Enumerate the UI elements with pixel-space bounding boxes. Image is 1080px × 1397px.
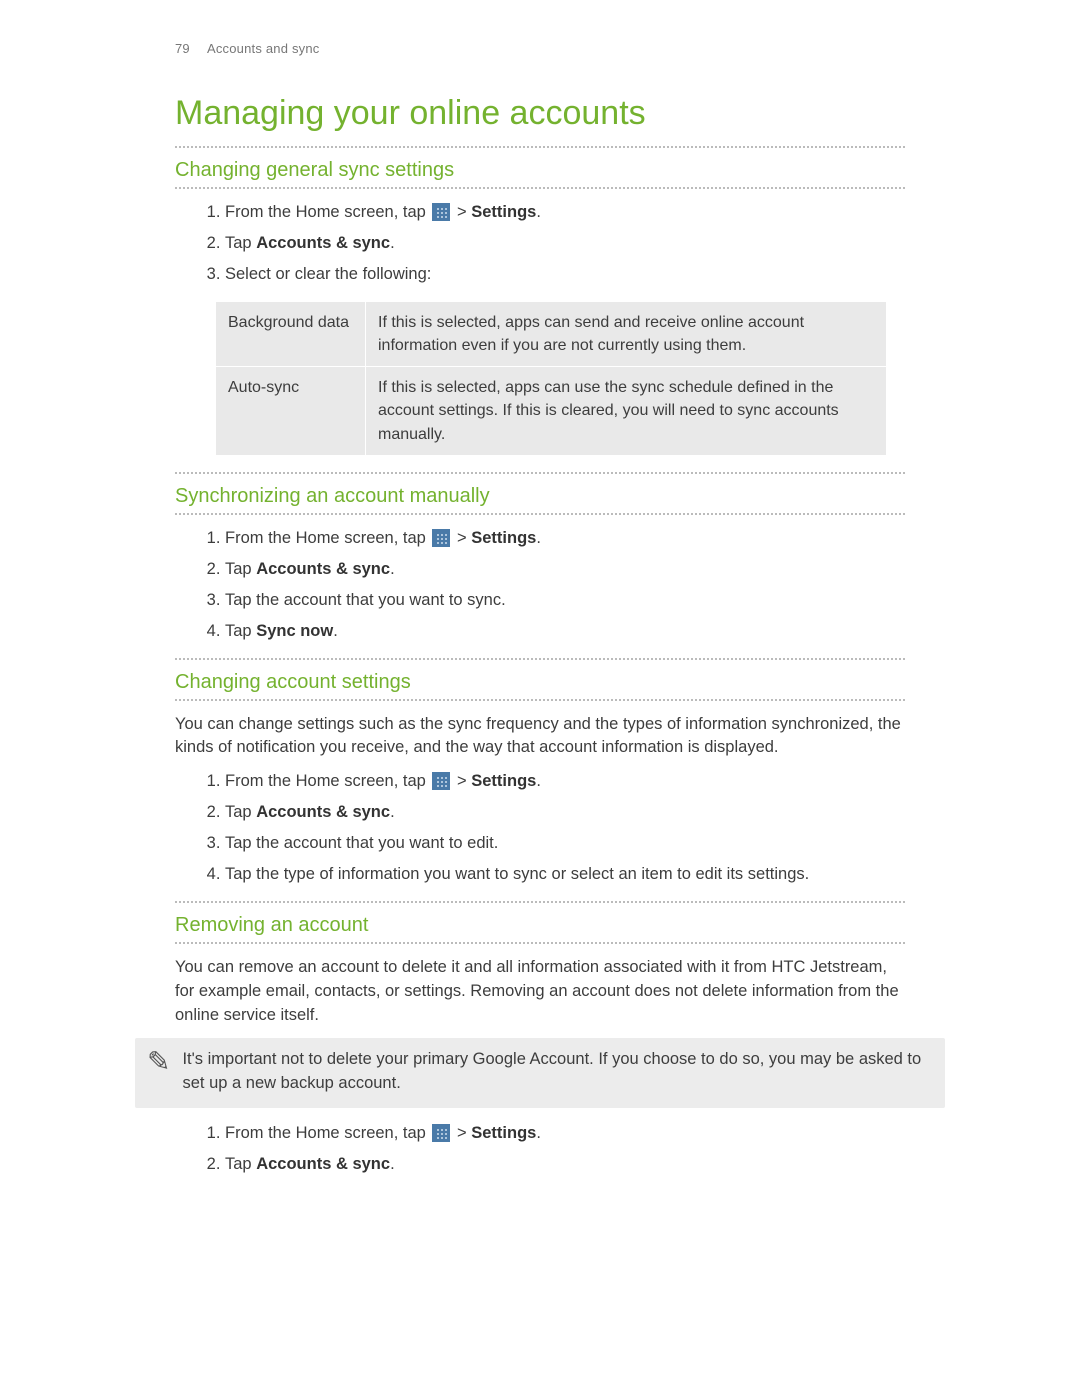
label-settings: Settings [471,772,536,790]
page-header: 79 Accounts and sync [175,40,905,59]
step-item: Tap the account that you want to edit. [225,832,905,856]
apps-grid-icon [432,203,450,221]
table-label-autosync: Auto-sync [216,367,366,456]
step-item: Tap the account that you want to sync. [225,589,905,613]
label-settings: Settings [471,529,536,547]
apps-grid-icon [432,529,450,547]
label-sync-now: Sync now [256,622,333,640]
table-label-background: Background data [216,301,366,366]
step-item: Tap Accounts & sync. [225,801,905,825]
section-intro-remove: You can remove an account to delete it a… [175,956,905,1028]
section-heading-manual-sync: Synchronizing an account manually [175,482,905,511]
note-text: It's important not to delete your primar… [182,1048,931,1096]
page-title: Managing your online accounts [175,89,905,138]
section-rule [175,187,905,189]
step-item: Tap Accounts & sync. [225,232,905,256]
title-rule [175,146,905,148]
page-container: 79 Accounts and sync Managing your onlin… [0,0,1080,1397]
step-item: Tap Accounts & sync. [225,558,905,582]
step-item: From the Home screen, tap > Settings. [225,1122,905,1146]
table-row: Auto-sync If this is selected, apps can … [216,367,887,456]
step-item: Select or clear the following: [225,263,905,287]
section-top-rule [175,472,905,474]
section-top-rule [175,658,905,660]
note-box: ✎ It's important not to delete your prim… [135,1038,945,1108]
label-settings: Settings [471,203,536,221]
section-top-rule [175,901,905,903]
label-settings: Settings [471,1124,536,1142]
section-heading-sync-settings: Changing general sync settings [175,156,905,185]
table-row: Background data If this is selected, app… [216,301,887,366]
sync-options-table: Background data If this is selected, app… [215,301,887,456]
label-accounts-sync: Accounts & sync [256,1155,390,1173]
section-rule [175,699,905,701]
steps-list-1: From the Home screen, tap > Settings. Ta… [205,201,905,287]
section-intro-account-settings: You can change settings such as the sync… [175,713,905,761]
label-accounts-sync: Accounts & sync [256,234,390,252]
steps-list-4: From the Home screen, tap > Settings. Ta… [205,1122,905,1177]
step-item: Tap Accounts & sync. [225,1153,905,1177]
apps-grid-icon [432,772,450,790]
step-item: From the Home screen, tap > Settings. [225,527,905,551]
label-accounts-sync: Accounts & sync [256,560,390,578]
apps-grid-icon [432,1124,450,1142]
steps-list-3: From the Home screen, tap > Settings. Ta… [205,770,905,887]
steps-list-2: From the Home screen, tap > Settings. Ta… [205,527,905,644]
section-heading-account-settings: Changing account settings [175,668,905,697]
table-desc-background: If this is selected, apps can send and r… [366,301,887,366]
pencil-icon: ✎ [147,1048,170,1076]
page-number: 79 [175,41,190,56]
step-item: From the Home screen, tap > Settings. [225,201,905,225]
section-rule [175,513,905,515]
step-item: Tap Sync now. [225,620,905,644]
step-item: Tap the type of information you want to … [225,863,905,887]
table-desc-autosync: If this is selected, apps can use the sy… [366,367,887,456]
label-accounts-sync: Accounts & sync [256,803,390,821]
section-name: Accounts and sync [207,41,320,56]
step-item: From the Home screen, tap > Settings. [225,770,905,794]
section-heading-remove-account: Removing an account [175,911,905,940]
section-rule [175,942,905,944]
